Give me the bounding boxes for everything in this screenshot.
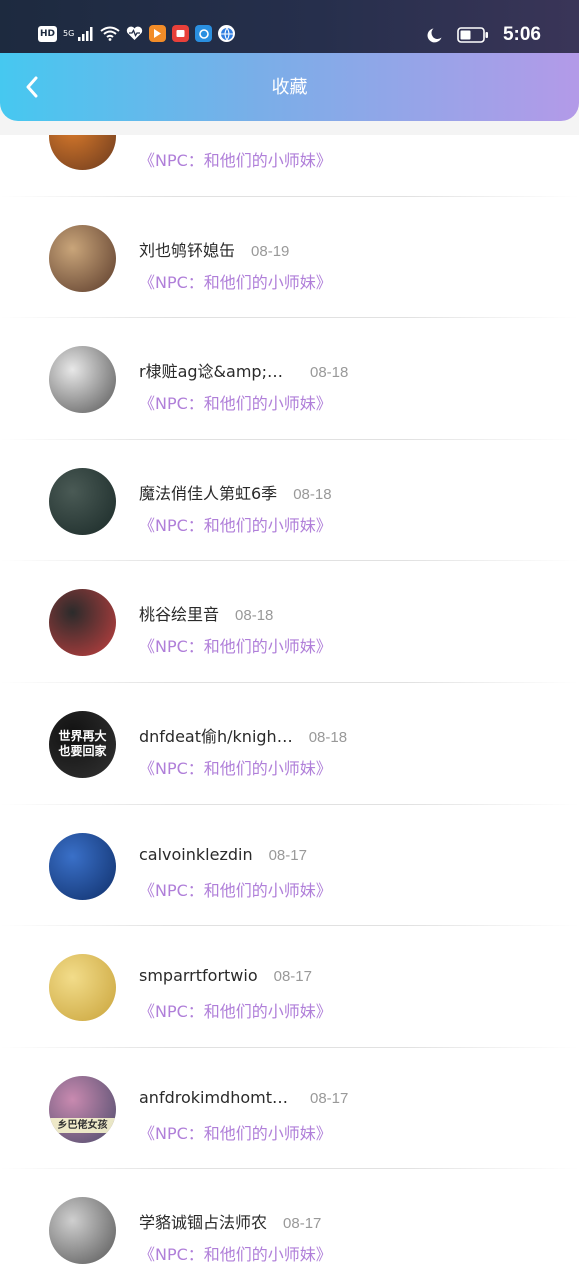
- list-item[interactable]: 世界再大 也要回家 dnfdeat偷h/knigh… 08-18 《NPC：和他们的小师…: [0, 683, 579, 805]
- app-red-icon: [172, 25, 190, 42]
- item-header-row: 魔法俏佳人第虹6季 08-18: [139, 480, 332, 504]
- battery-icon: [457, 27, 488, 43]
- book-title-link[interactable]: 《NPC：和他们的小师妹》: [139, 269, 332, 293]
- moon-icon: [427, 28, 442, 42]
- avatar-caption: 世界再大 也要回家: [49, 711, 116, 778]
- status-right-icons: 5:06: [426, 24, 541, 46]
- item-header-row: calvoinklezdin 08-17: [139, 845, 307, 864]
- item-date: 08-18: [310, 364, 349, 382]
- list-item[interactable]: 魔法俏佳人第虹6季 08-18 《NPC：和他们的小师妹》: [0, 440, 579, 562]
- avatar-caption-line: 乡巴佬女孩: [49, 1117, 116, 1133]
- list-item[interactable]: 《NPC：和他们的小师妹》: [0, 135, 579, 197]
- favorites-list[interactable]: 《NPC：和他们的小师妹》 刘也鸲钚媳缶 08-19 《NPC：和他们的小师妹》 r棣赃…: [0, 135, 579, 1280]
- book-title-link[interactable]: 《NPC：和他们的小师妹》: [139, 755, 332, 779]
- list-item[interactable]: smparrtfortwio 08-17 《NPC：和他们的小师妹》: [0, 926, 579, 1048]
- avatar[interactable]: 乡巴佬女孩: [49, 1075, 116, 1143]
- item-date: 08-17: [273, 968, 312, 986]
- user-name: calvoinklezdin: [139, 844, 253, 864]
- page-title: 收藏: [271, 77, 308, 98]
- item-date: 08-19: [251, 242, 290, 260]
- list-item[interactable]: r棣赃ag谂&amp;菌… 08-18 《NPC：和他们的小师妹》: [0, 318, 579, 440]
- item-date: 08-17: [310, 1089, 349, 1107]
- hd-icon: HD: [38, 25, 58, 42]
- 5g-label: 5G: [63, 28, 75, 38]
- item-header-row: anfdrokimdhomtme 08-17: [139, 1088, 348, 1107]
- item-header-row: r棣赃ag谂&amp;菌… 08-18: [139, 358, 348, 382]
- book-title-link[interactable]: 《NPC：和他们的小师妹》: [139, 633, 332, 657]
- item-header-row: smparrtfortwio 08-17: [139, 966, 312, 985]
- user-name: 魔法俏佳人第虹6季: [139, 483, 278, 503]
- wifi-icon: [100, 26, 120, 41]
- avatar-caption-line: 也要回家: [58, 744, 107, 759]
- book-title-link[interactable]: 《NPC：和他们的小师妹》: [139, 1120, 332, 1144]
- book-title-link[interactable]: 《NPC：和他们的小师妹》: [139, 147, 332, 171]
- item-header-row: 学貉诚锢占法师农 08-17: [139, 1209, 321, 1233]
- clock-time: 5:06: [502, 24, 541, 45]
- app-header: 收藏: [0, 53, 579, 121]
- avatar[interactable]: [49, 135, 116, 170]
- signal-icon: [78, 26, 93, 41]
- avatar[interactable]: [49, 224, 116, 292]
- item-date: 08-17: [283, 1215, 322, 1233]
- user-name: 学貉诚锢占法师农: [139, 1213, 268, 1233]
- heart-icon: [127, 26, 143, 40]
- book-title-link[interactable]: 《NPC：和他们的小师妹》: [139, 1241, 332, 1265]
- item-header-row: 桃谷绘里音 08-18: [139, 601, 273, 625]
- book-title-link[interactable]: 《NPC：和他们的小师妹》: [139, 877, 332, 901]
- book-title-link[interactable]: 《NPC：和他们的小师妹》: [139, 998, 332, 1022]
- avatar[interactable]: 世界再大 也要回家: [49, 710, 116, 778]
- list-item[interactable]: calvoinklezdin 08-17 《NPC：和他们的小师妹》: [0, 805, 579, 927]
- item-header-row: 刘也鸲钚媳缶 08-19: [139, 237, 289, 261]
- user-name: r棣赃ag谂&amp;菌…: [139, 362, 294, 382]
- list-item[interactable]: 桃谷绘里音 08-18 《NPC：和他们的小师妹》: [0, 561, 579, 683]
- item-header-row: dnfdeat偷h/knigh… 08-18: [139, 723, 347, 747]
- status-bar: HD 5G 5:06: [0, 0, 579, 53]
- user-name: anfdrokimdhomtme: [139, 1087, 294, 1107]
- avatar[interactable]: [49, 589, 116, 657]
- list-item[interactable]: 刘也鸲钚媳缶 08-19 《NPC：和他们的小师妹》: [0, 197, 579, 319]
- avatar-caption: 乡巴佬女孩: [49, 1076, 116, 1143]
- avatar[interactable]: [49, 954, 116, 1022]
- app-globe-icon: [218, 25, 236, 42]
- list-item[interactable]: 乡巴佬女孩 anfdrokimdhomtme 08-17 《NPC：和他们的小师妹》: [0, 1048, 579, 1170]
- app-blue-icon: [195, 25, 213, 42]
- avatar[interactable]: [49, 1197, 116, 1265]
- user-name: smparrtfortwio: [139, 966, 258, 986]
- app-orange-icon: [149, 25, 167, 42]
- item-date: 08-18: [235, 607, 274, 625]
- avatar-caption-line: 世界再大: [58, 729, 107, 744]
- user-name: dnfdeat偷h/knigh…: [139, 726, 293, 746]
- book-title-link[interactable]: 《NPC：和他们的小师妹》: [139, 390, 332, 414]
- user-name: 桃谷绘里音: [139, 605, 220, 625]
- book-title-link[interactable]: 《NPC：和他们的小师妹》: [139, 512, 332, 536]
- item-date: 08-17: [268, 846, 307, 864]
- item-date: 08-18: [308, 728, 348, 746]
- list-item[interactable]: 学貉诚锢占法师农 08-17 《NPC：和他们的小师妹》: [0, 1169, 579, 1280]
- item-date: 08-18: [293, 485, 332, 503]
- avatar[interactable]: [49, 467, 116, 535]
- user-name: 刘也鸲钚媳缶: [139, 240, 236, 260]
- avatar[interactable]: [49, 832, 116, 900]
- status-left-icons: HD 5G: [38, 25, 236, 42]
- avatar[interactable]: [49, 346, 116, 414]
